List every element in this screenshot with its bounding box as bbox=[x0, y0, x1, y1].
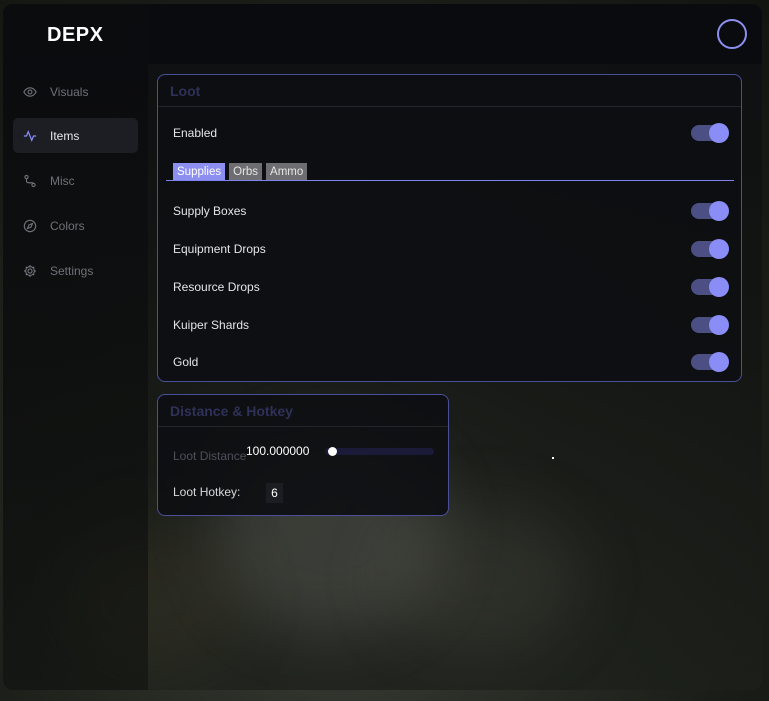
sidebar-item-settings[interactable]: Settings bbox=[13, 253, 138, 288]
sidebar-item-items[interactable]: Items bbox=[13, 118, 138, 153]
loot-distance-value: 100.000000 bbox=[246, 444, 310, 458]
loot-item-row: Supply Boxes bbox=[158, 197, 741, 225]
top-bar bbox=[148, 4, 762, 64]
sidebar-item-label: Items bbox=[50, 128, 80, 143]
loot-item-row: Gold bbox=[158, 348, 741, 376]
app-window: DEPX Visuals Items Misc Colors Settings … bbox=[3, 4, 762, 690]
loot-item-label: Supply Boxes bbox=[173, 204, 247, 218]
loot-item-row: Equipment Drops bbox=[158, 235, 741, 263]
loot-panel: Loot Enabled Supplies Orbs Ammo Supply B… bbox=[157, 74, 742, 382]
sidebar-item-label: Colors bbox=[50, 218, 85, 233]
toggle-knob bbox=[709, 239, 729, 259]
toggle-knob bbox=[709, 201, 729, 221]
slider-handle[interactable] bbox=[328, 447, 337, 456]
sidebar-item-colors[interactable]: Colors bbox=[13, 208, 138, 243]
toggle-knob bbox=[709, 315, 729, 335]
compass-icon bbox=[22, 218, 38, 234]
tab-supplies[interactable]: Supplies bbox=[173, 163, 226, 181]
tab-underline bbox=[166, 180, 734, 181]
toggle-knob bbox=[709, 123, 729, 143]
route-icon bbox=[22, 173, 38, 189]
loot-distance-slider[interactable] bbox=[325, 448, 434, 455]
gear-icon bbox=[22, 263, 38, 279]
loot-tabs: Supplies Orbs Ammo bbox=[173, 163, 308, 181]
loot-hotkey-key[interactable]: 6 bbox=[266, 483, 283, 503]
panel-title: Distance & Hotkey bbox=[158, 395, 448, 427]
resource-drops-toggle[interactable] bbox=[691, 277, 729, 297]
loot-item-label: Kuiper Shards bbox=[173, 318, 250, 332]
toggle-knob bbox=[709, 352, 729, 372]
panel-title: Loot bbox=[158, 75, 741, 107]
enabled-toggle[interactable] bbox=[691, 123, 729, 143]
loot-item-label: Gold bbox=[173, 355, 199, 369]
tab-ammo[interactable]: Ammo bbox=[266, 163, 308, 181]
app-logo: DEPX bbox=[47, 24, 104, 46]
mouse-cursor-dot bbox=[552, 457, 554, 459]
kuiper-shards-toggle[interactable] bbox=[691, 315, 729, 335]
supply-boxes-toggle[interactable] bbox=[691, 201, 729, 221]
distance-body: Loot Distance 100.000000 Loot Hotkey: 6 bbox=[158, 427, 448, 515]
equipment-drops-toggle[interactable] bbox=[691, 239, 729, 259]
background-blur bbox=[383, 504, 583, 654]
sidebar-item-label: Visuals bbox=[50, 84, 89, 99]
enabled-label: Enabled bbox=[173, 126, 218, 140]
sidebar: DEPX Visuals Items Misc Colors Settings bbox=[3, 4, 148, 690]
sidebar-item-label: Misc bbox=[50, 173, 75, 188]
loot-hotkey-label: Loot Hotkey: bbox=[173, 485, 241, 499]
sidebar-item-label: Settings bbox=[50, 263, 94, 278]
loot-item-row: Resource Drops bbox=[158, 273, 741, 301]
loot-item-label: Resource Drops bbox=[173, 280, 260, 294]
sidebar-item-visuals[interactable]: Visuals bbox=[13, 74, 138, 109]
sidebar-item-misc[interactable]: Misc bbox=[13, 163, 138, 198]
toggle-knob bbox=[709, 277, 729, 297]
loot-item-row: Kuiper Shards bbox=[158, 311, 741, 339]
tab-orbs[interactable]: Orbs bbox=[229, 163, 263, 181]
loot-distance-label: Loot Distance bbox=[173, 449, 247, 463]
avatar[interactable] bbox=[717, 19, 747, 49]
eye-icon bbox=[22, 84, 38, 100]
gold-toggle[interactable] bbox=[691, 352, 729, 372]
loot-item-label: Equipment Drops bbox=[173, 242, 266, 256]
activity-icon bbox=[22, 128, 38, 144]
distance-hotkey-panel: Distance & Hotkey Loot Distance 100.0000… bbox=[157, 394, 449, 516]
enabled-row: Enabled bbox=[158, 119, 741, 147]
